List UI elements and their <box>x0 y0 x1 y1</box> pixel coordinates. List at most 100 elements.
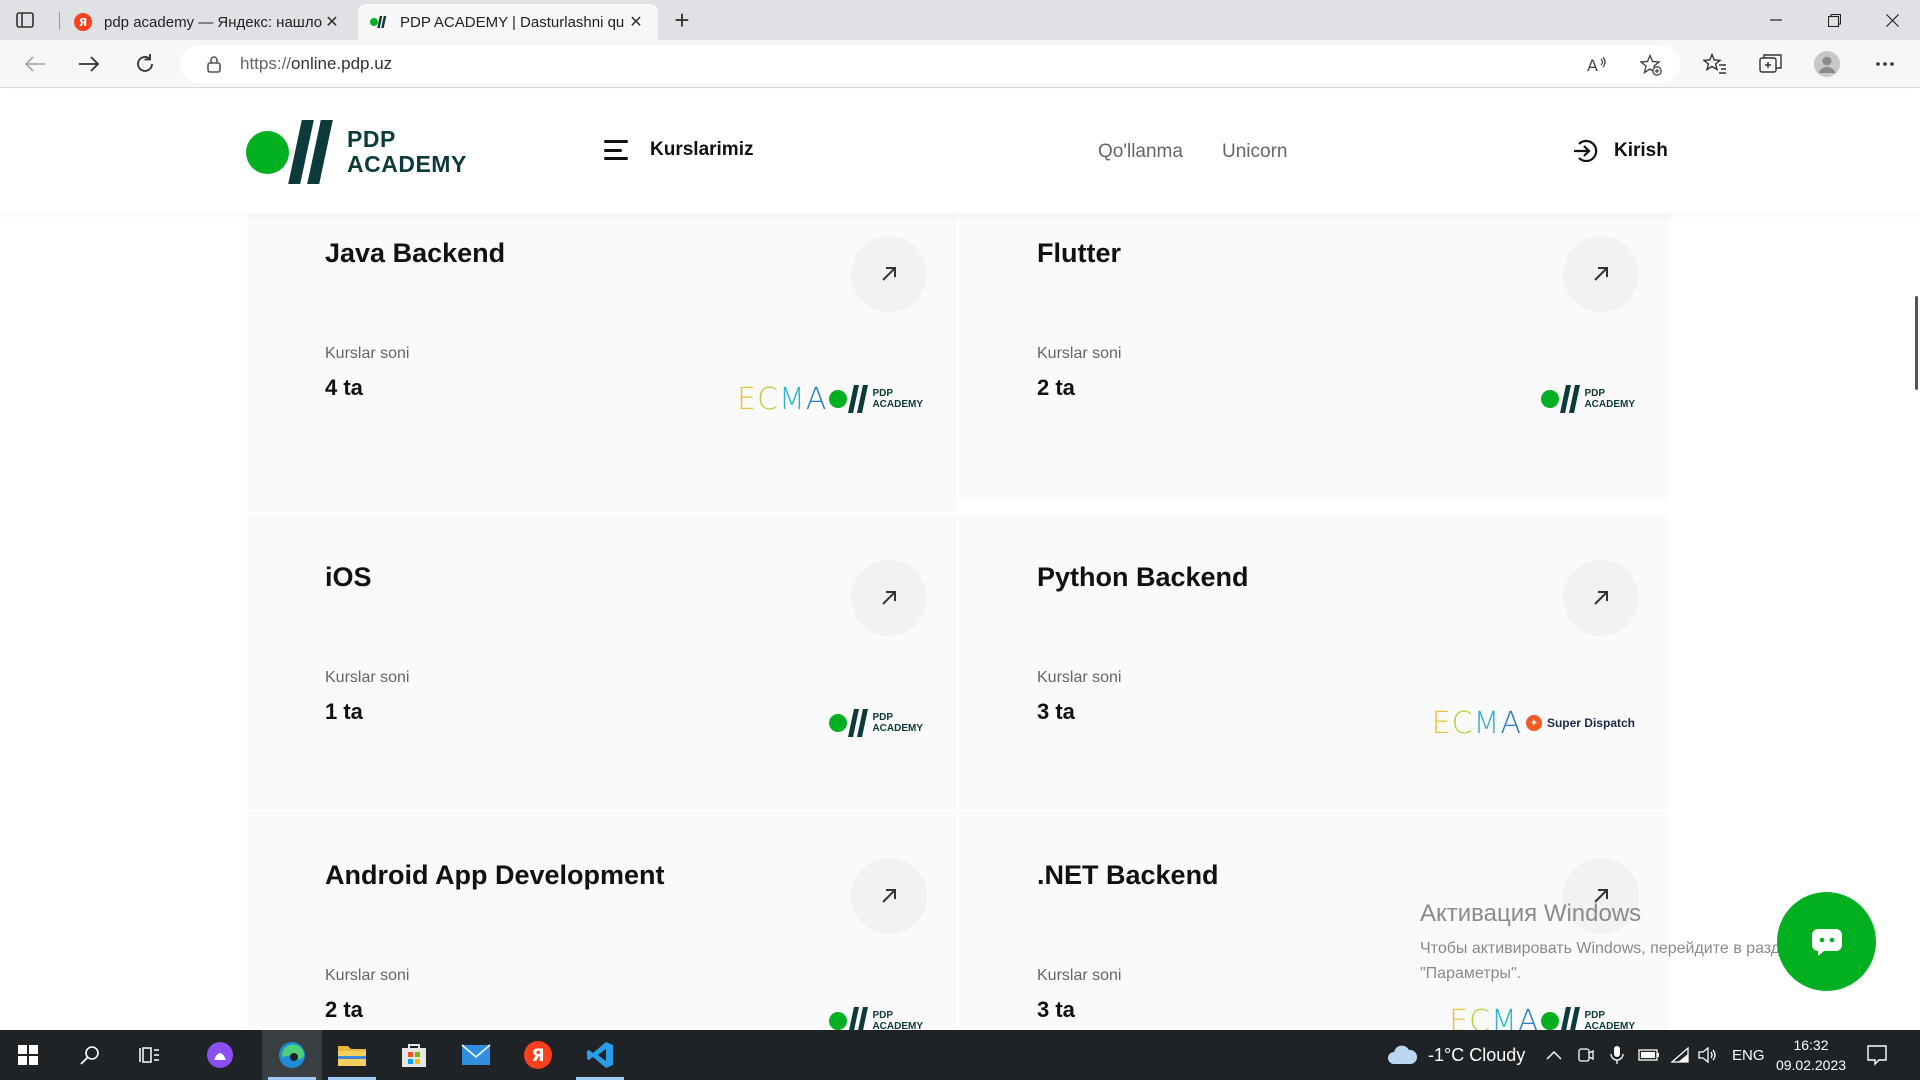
close-window-icon[interactable] <box>1864 0 1920 40</box>
course-card-ios[interactable]: iOS Kurslar soni 1 ta PDP ACADEMY <box>247 514 957 810</box>
lock-icon[interactable] <box>204 54 224 74</box>
edge-browser-icon[interactable] <box>262 1030 322 1080</box>
svg-text:Я: Я <box>531 1046 544 1066</box>
course-card-python-backend[interactable]: Python Backend Kurslar soni 3 ta ECMA ✦ S… <box>959 514 1669 810</box>
browser-tab-yandex[interactable]: Я pdp academy — Яндекс: нашлось ✕ <box>62 4 354 40</box>
show-hidden-icons-icon[interactable] <box>1546 1030 1562 1080</box>
tab-actions-icon[interactable] <box>14 9 36 31</box>
favorites-icon[interactable] <box>1702 51 1728 77</box>
refresh-icon[interactable] <box>128 48 162 80</box>
logo-dot <box>246 130 289 174</box>
windows-start-icon[interactable] <box>0 1030 56 1080</box>
nav-link-unicorn[interactable]: Unicorn <box>1222 141 1287 163</box>
collections-icon[interactable] <box>1758 51 1784 77</box>
course-count-label: Kurslar soni <box>1037 967 1122 984</box>
cloud-icon <box>1388 1045 1418 1064</box>
alice-assistant-icon[interactable] <box>192 1030 248 1080</box>
weather-text: -1°C Cloudy <box>1428 1044 1526 1065</box>
course-count-label: Kurslar soni <box>1037 345 1122 362</box>
tab-close-icon[interactable]: ✕ <box>626 12 646 32</box>
volume-icon[interactable] <box>1698 1030 1718 1080</box>
arrow-up-right-icon[interactable] <box>1563 560 1639 636</box>
forward-icon[interactable] <box>72 48 106 80</box>
arrow-up-right-icon[interactable] <box>851 858 927 934</box>
page-scrollbar[interactable] <box>1915 296 1918 390</box>
svg-text:Я: Я <box>79 16 87 29</box>
course-count: 3 ta <box>1037 699 1075 724</box>
partner-logos: ECMA PDP ACADEMY <box>737 381 923 417</box>
notification-center-icon[interactable] <box>1866 1030 1888 1080</box>
input-language[interactable]: ENG <box>1732 1030 1765 1080</box>
pdp-academy-logo[interactable]: PDP ACADEMY <box>246 119 467 185</box>
tab-title: PDP ACADEMY | Dasturlashni qu <box>400 13 625 31</box>
meet-now-icon[interactable] <box>1578 1030 1594 1080</box>
ecma-logo: ECMA <box>737 381 828 417</box>
minimize-icon[interactable] <box>1748 0 1804 40</box>
course-count: 3 ta <box>1037 997 1075 1022</box>
restore-icon[interactable] <box>1806 0 1862 40</box>
course-card-flutter[interactable]: Flutter Kurslar soni 2 ta PDP ACADEMY <box>959 190 1669 498</box>
task-view-icon[interactable] <box>122 1030 178 1080</box>
courses-menu-button[interactable]: Kurslarimiz <box>604 139 753 161</box>
partner-logos: PDP ACADEMY <box>827 706 923 740</box>
partner-logos: ECMA ✦ Super Dispatch <box>1431 705 1635 741</box>
chat-icon <box>1811 928 1842 956</box>
course-title: Java Backend <box>325 238 506 268</box>
microsoft-store-icon[interactable] <box>384 1030 444 1080</box>
read-aloud-icon[interactable]: A <box>1586 54 1608 76</box>
pdp-academy-logo: PDP ACADEMY <box>829 385 923 413</box>
pdp-academy-logo: PDP ACADEMY <box>829 709 923 737</box>
weather-widget[interactable]: -1°C Cloudy <box>1386 1030 1525 1080</box>
hamburger-icon <box>604 140 628 160</box>
course-count: 2 ta <box>1037 375 1075 400</box>
tab-close-icon[interactable]: ✕ <box>322 12 342 32</box>
arrow-up-right-icon[interactable] <box>1563 236 1639 312</box>
arrow-up-right-icon[interactable] <box>851 236 927 312</box>
url-text[interactable]: https://online.pdp.uz <box>240 54 392 74</box>
clock-time: 16:32 <box>1793 1037 1829 1053</box>
back-icon[interactable] <box>18 48 52 80</box>
new-tab-button[interactable]: + <box>668 5 696 35</box>
login-icon <box>1574 139 1598 163</box>
super-dispatch-logo: ✦ Super Dispatch <box>1525 715 1635 731</box>
ecma-logo: ECMA <box>1431 705 1522 741</box>
course-card-dotnet-backend[interactable]: .NET Backend Kurslar soni 3 ta ECMA PDP A… <box>959 812 1669 1039</box>
mail-icon[interactable] <box>446 1030 506 1080</box>
super-dispatch-icon: ✦ <box>1525 715 1542 731</box>
course-title: iOS <box>325 562 372 592</box>
login-button[interactable]: Kirish <box>1572 137 1668 165</box>
file-explorer-icon[interactable] <box>322 1030 382 1080</box>
courses-menu-label: Kurslarimiz <box>650 139 754 160</box>
search-icon[interactable] <box>62 1030 118 1080</box>
course-count-label: Kurslar soni <box>1037 669 1122 686</box>
course-title: Android App Development <box>325 860 665 890</box>
battery-icon[interactable] <box>1638 1030 1660 1080</box>
course-count-label: Kurslar soni <box>325 967 410 984</box>
yandex-icon: Я <box>74 13 92 31</box>
arrow-up-right-icon[interactable] <box>851 560 927 636</box>
arrow-up-right-icon[interactable] <box>1563 858 1639 934</box>
wifi-icon[interactable] <box>1670 1030 1690 1080</box>
logo-text: PDP ACADEMY <box>347 126 467 177</box>
course-count-label: Kurslar soni <box>325 345 410 362</box>
nav-link-guide[interactable]: Qo'llanma <box>1098 141 1183 163</box>
course-card-android[interactable]: Android App Development Kurslar soni 2 t… <box>247 812 957 1035</box>
yandex-browser-icon[interactable]: Я <box>508 1030 568 1080</box>
chat-widget-button[interactable] <box>1777 892 1876 991</box>
address-bar[interactable]: https://online.pdp.uz A <box>180 45 1680 83</box>
course-count-label: Kurslar soni <box>325 669 410 686</box>
windows-taskbar: Я -1°C Cloudy ENG 16:32 09.02.2023 <box>0 1030 1920 1080</box>
course-card-java-backend[interactable]: Java Backend Kurslar soni 4 ta ECMA PDP A… <box>247 190 957 512</box>
pdp-academy-logo: PDP ACADEMY <box>1541 385 1635 413</box>
microphone-icon[interactable] <box>1610 1030 1624 1080</box>
more-options-icon[interactable] <box>1872 51 1898 77</box>
browser-tab-pdp[interactable]: PDP ACADEMY | Dasturlashni qu ✕ <box>358 4 658 40</box>
course-title: Flutter <box>1037 238 1121 268</box>
add-favorite-icon[interactable] <box>1640 54 1662 76</box>
taskbar-clock[interactable]: 16:32 09.02.2023 <box>1766 1035 1856 1075</box>
clock-date: 09.02.2023 <box>1775 1057 1847 1073</box>
vscode-icon[interactable] <box>570 1030 630 1080</box>
svg-text:A: A <box>1587 56 1598 74</box>
profile-avatar-icon[interactable] <box>1814 51 1840 77</box>
course-title: Python Backend <box>1037 562 1249 592</box>
